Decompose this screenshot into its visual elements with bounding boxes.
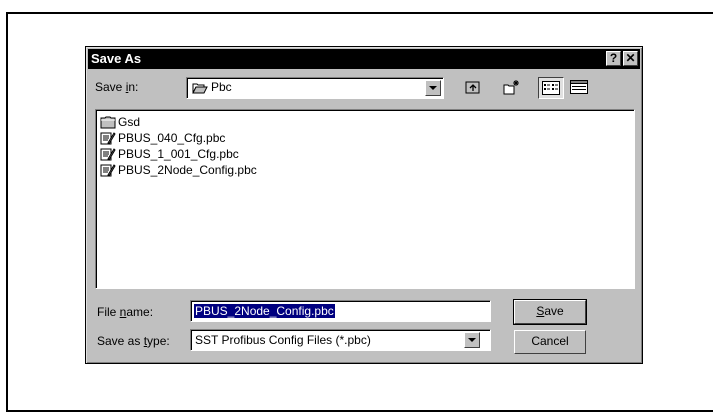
close-button[interactable]: ✕ bbox=[623, 51, 638, 66]
save-in-label: Save in: bbox=[95, 80, 139, 94]
list-view-icon bbox=[542, 81, 560, 95]
save-as-type-label: Save as type: bbox=[97, 334, 170, 348]
save-in-dropdown[interactable]: Pbc bbox=[186, 77, 444, 99]
save-in-dropdown-arrow[interactable] bbox=[425, 80, 441, 96]
new-folder-button[interactable] bbox=[500, 77, 524, 99]
save-as-dialog: Save As ? ✕ Save in: Pbc Gsd PBUS_040_Cf… bbox=[85, 46, 643, 364]
up-folder-icon bbox=[465, 81, 480, 94]
dialog-title: Save As bbox=[91, 51, 142, 66]
save-as-type-value: SST Profibus Config Files (*.pbc) bbox=[195, 333, 371, 347]
file-name-input[interactable]: PBUS_2Node_Config.pbc bbox=[190, 300, 491, 322]
save-in-value: Pbc bbox=[211, 80, 232, 94]
file-list[interactable]: Gsd PBUS_040_Cfg.pbc PBUS_1_001_Cfg.pbc PBU… bbox=[95, 109, 635, 289]
details-view-button[interactable] bbox=[566, 77, 592, 99]
save-as-type-dropdown-arrow[interactable] bbox=[464, 332, 480, 348]
details-view-icon bbox=[570, 80, 588, 94]
config-file-icon bbox=[100, 131, 116, 148]
file-name-label: File name: bbox=[97, 305, 154, 319]
up-one-level-button[interactable] bbox=[462, 77, 486, 99]
open-folder-icon bbox=[192, 83, 208, 94]
file-list-item-label: PBUS_040_Cfg.pbc bbox=[118, 131, 226, 145]
help-button[interactable]: ? bbox=[606, 51, 621, 66]
save-button[interactable]: Save bbox=[513, 299, 587, 325]
config-file-icon bbox=[100, 147, 116, 164]
file-list-item-label: Gsd bbox=[118, 115, 141, 129]
list-view-button[interactable] bbox=[538, 77, 564, 99]
file-list-item-label: PBUS_1_001_Cfg.pbc bbox=[118, 147, 239, 161]
save-as-type-dropdown[interactable]: SST Profibus Config Files (*.pbc) bbox=[190, 329, 491, 351]
title-bar[interactable]: Save As ? ✕ bbox=[88, 49, 640, 69]
folder-icon bbox=[100, 115, 116, 132]
cancel-button[interactable]: Cancel bbox=[514, 330, 586, 354]
file-name-value: PBUS_2Node_Config.pbc bbox=[194, 304, 335, 318]
new-folder-icon bbox=[503, 80, 519, 95]
file-list-item-label: PBUS_2Node_Config.pbc bbox=[118, 163, 257, 177]
config-file-icon bbox=[100, 163, 116, 180]
